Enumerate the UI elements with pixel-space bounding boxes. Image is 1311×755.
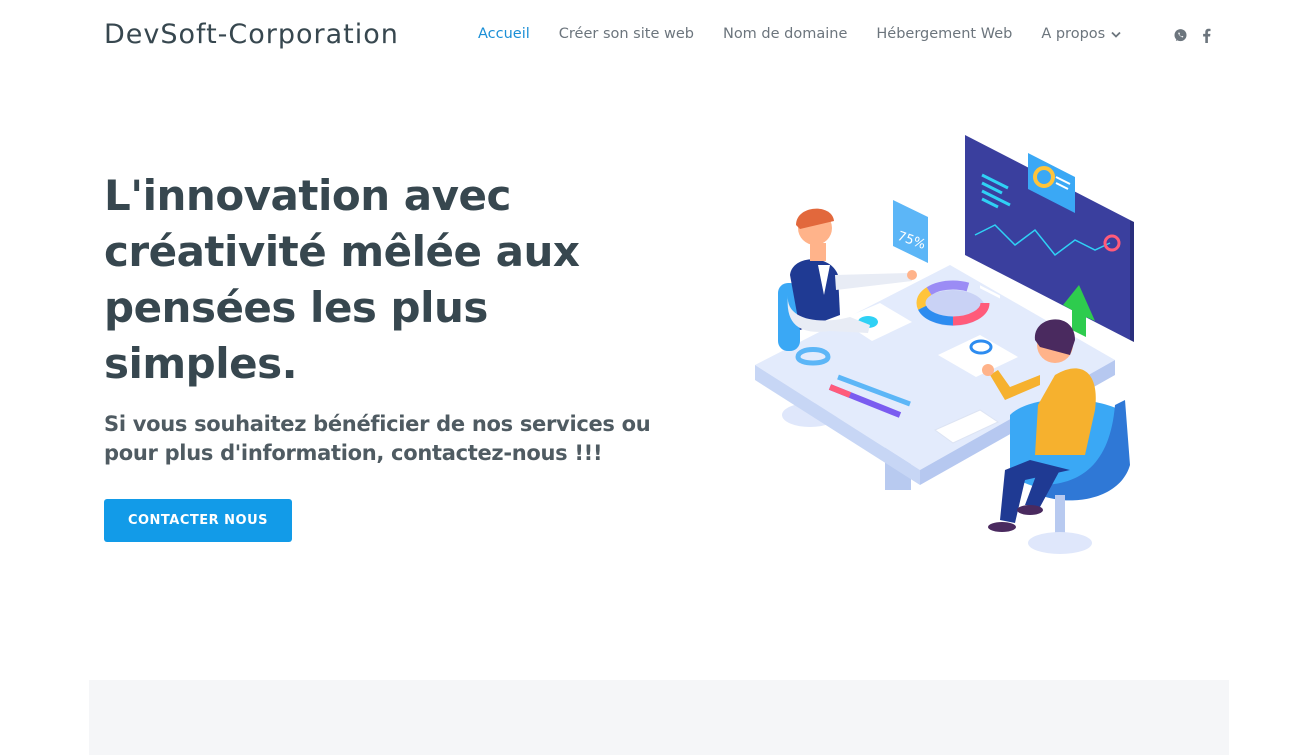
nav-item-a-propos-label: A propos <box>1041 26 1106 42</box>
nav-item-nom-domaine[interactable]: Nom de domaine <box>723 26 847 42</box>
nav-item-hebergement[interactable]: Hébergement Web <box>876 26 1012 42</box>
contact-button[interactable]: CONTACTER NOUS <box>104 499 292 542</box>
site-header: DevSoft-Corporation Accueil Créer son si… <box>0 0 1311 72</box>
hero-illustration: 75% <box>740 125 1140 565</box>
nav-item-a-propos[interactable]: A propos <box>1041 26 1121 42</box>
next-section <box>89 680 1229 755</box>
social-links <box>1172 26 1224 44</box>
whatsapp-icon[interactable] <box>1172 26 1188 44</box>
nav-item-accueil[interactable]: Accueil <box>478 26 530 42</box>
facebook-icon[interactable] <box>1198 26 1214 44</box>
chevron-down-icon <box>1111 26 1121 42</box>
hero-subtitle: Si vous souhaitez bénéficier de nos serv… <box>104 412 651 465</box>
site-logo[interactable]: DevSoft-Corporation <box>104 19 399 50</box>
main-nav: Accueil Créer son site web Nom de domain… <box>478 26 1121 42</box>
hero-title: L'innovation avec créativité mêlée aux p… <box>104 171 580 388</box>
nav-item-creer-site[interactable]: Créer son site web <box>559 26 694 42</box>
